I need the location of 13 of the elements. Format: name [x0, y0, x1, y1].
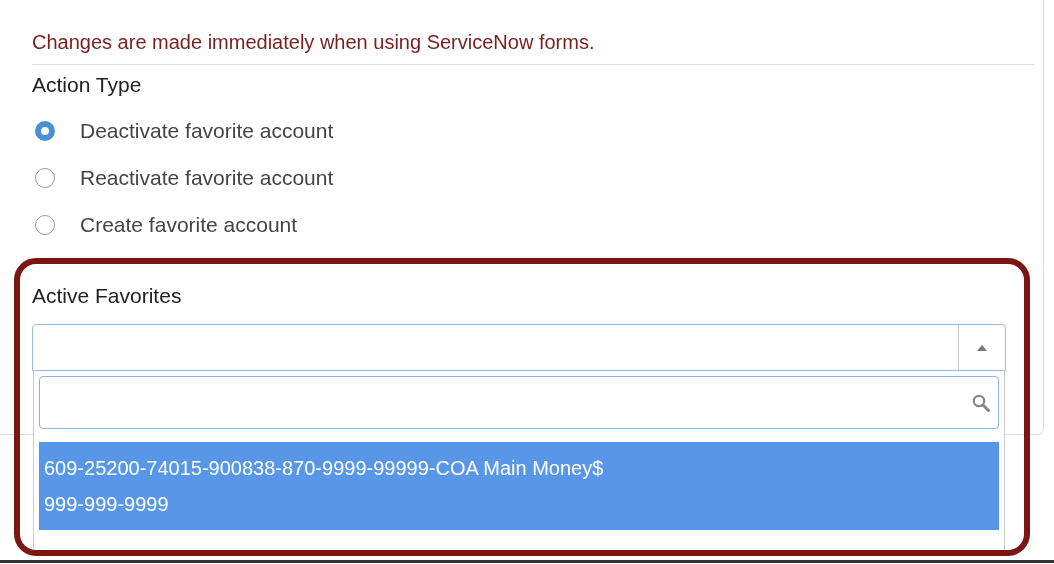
radio-label[interactable]: Create favorite account	[80, 212, 298, 237]
radio-button[interactable]	[35, 167, 55, 188]
radio-label[interactable]: Deactivate favorite account	[80, 118, 334, 143]
field-label: Active Favorites	[32, 283, 182, 309]
caret-up-icon[interactable]	[977, 344, 987, 351]
field-label: Action Type	[32, 72, 142, 98]
radio-label[interactable]: Reactivate favorite account	[80, 165, 334, 190]
search-field[interactable]	[39, 376, 999, 429]
select-field[interactable]	[32, 324, 1006, 371]
notice-text: Changes are made immediately when using ServiceNow forms.	[32, 30, 596, 55]
search-icon[interactable]	[972, 393, 990, 412]
radio-button[interactable]	[35, 120, 55, 141]
radio-button[interactable]	[35, 214, 55, 235]
